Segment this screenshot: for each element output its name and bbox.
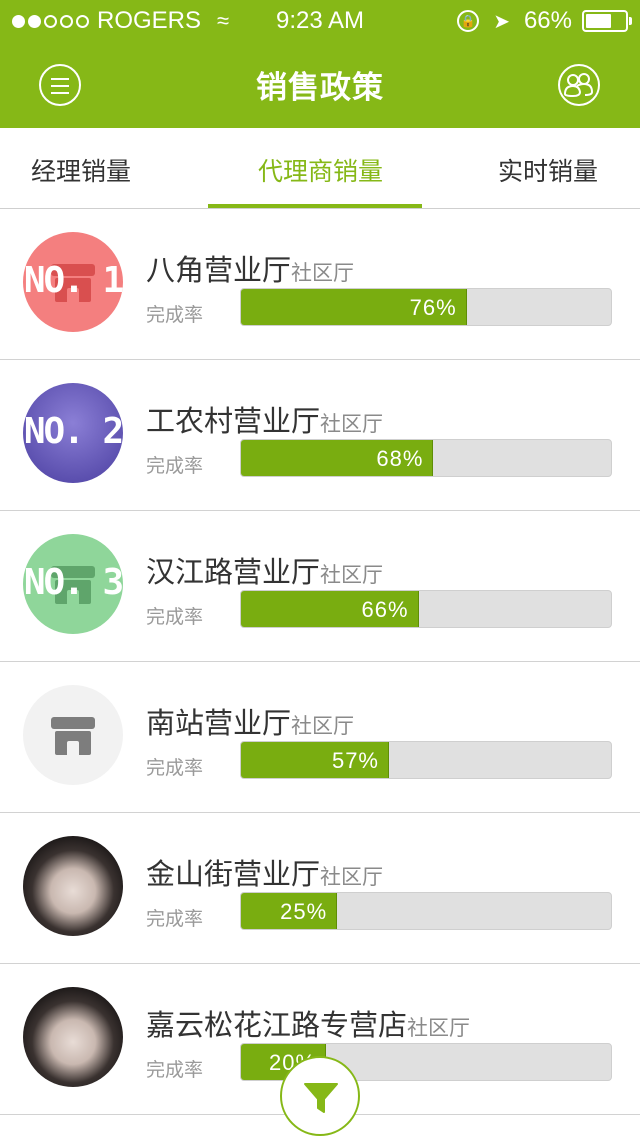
filter-button[interactable] xyxy=(280,1056,360,1136)
store-avatar xyxy=(23,685,123,785)
people-button[interactable] xyxy=(558,64,600,106)
progress-bar: 25% xyxy=(240,892,612,930)
store-name: 嘉云松花江路专营店社区厅 xyxy=(146,1002,470,1044)
battery-percent: 66% xyxy=(523,7,572,34)
store-type: 社区厅 xyxy=(407,1016,471,1040)
rotation-lock-icon: 🔒 xyxy=(457,10,480,32)
store-type: 社区厅 xyxy=(320,865,384,889)
completion-rate-label: 完成率 xyxy=(146,606,204,628)
store-name: 南站营业厅社区厅 xyxy=(146,700,354,742)
store-name-text: 汉江路营业厅 xyxy=(146,555,321,589)
people-icon xyxy=(563,73,594,98)
store-type: 社区厅 xyxy=(291,714,355,738)
tab-bar: 经理销量 代理商销量 实时销量 xyxy=(0,128,640,209)
store-avatar xyxy=(23,836,123,936)
progress-text: 57% xyxy=(331,748,379,773)
store-name-text: 八角营业厅 xyxy=(146,253,292,287)
rank-badge: NO. 1 xyxy=(23,260,123,301)
store-icon xyxy=(51,717,95,757)
list-item[interactable]: NO. 3 汉江路营业厅社区厅 完成率 66% xyxy=(0,511,640,662)
store-type: 社区厅 xyxy=(291,261,355,285)
tab-realtime-sales[interactable]: 实时销量 xyxy=(498,152,598,188)
app-header: ROGERS ≈ 9:23 AM 🔒 ➤ 66% 销售政策 xyxy=(0,0,640,128)
battery-icon xyxy=(582,10,632,32)
progress-bar: 57% xyxy=(240,741,612,779)
completion-rate-label: 完成率 xyxy=(146,1059,204,1081)
rank-badge: NO. 3 xyxy=(23,562,123,603)
progress-fill: 68% xyxy=(241,440,434,476)
store-avatar: NO. 2 xyxy=(23,383,123,483)
store-name-text: 南站营业厅 xyxy=(146,706,292,740)
store-avatar: NO. 3 xyxy=(23,534,123,634)
list-item[interactable]: NO. 2 工农村营业厅社区厅 完成率 68% xyxy=(0,360,640,511)
store-name: 工农村营业厅社区厅 xyxy=(146,398,383,440)
store-name-text: 金山街营业厅 xyxy=(146,857,321,891)
list-item[interactable]: NO. 1 八角营业厅社区厅 完成率 76% xyxy=(0,209,640,360)
progress-bar: 66% xyxy=(240,590,612,628)
list-item[interactable]: 南站营业厅社区厅 完成率 57% xyxy=(0,662,640,813)
completion-rate-label: 完成率 xyxy=(146,304,204,326)
progress-fill: 25% xyxy=(241,893,338,929)
rank-badge: NO. 2 xyxy=(23,411,123,452)
progress-text: 76% xyxy=(409,295,457,320)
page-title: 销售政策 xyxy=(256,70,384,106)
store-avatar xyxy=(23,987,123,1087)
tab-manager-sales[interactable]: 经理销量 xyxy=(31,152,131,188)
progress-fill: 57% xyxy=(241,742,389,778)
progress-fill: 76% xyxy=(241,289,467,325)
progress-text: 25% xyxy=(280,899,328,924)
battery-fill xyxy=(586,14,612,28)
progress-bar: 76% xyxy=(240,288,612,326)
tab-agent-sales[interactable]: 代理商销量 xyxy=(258,152,383,188)
store-name: 汉江路营业厅社区厅 xyxy=(146,549,383,591)
progress-fill: 66% xyxy=(241,591,419,627)
location-arrow-icon: ➤ xyxy=(493,10,510,33)
store-type: 社区厅 xyxy=(320,563,384,587)
progress-text: 66% xyxy=(361,597,409,622)
completion-rate-label: 完成率 xyxy=(146,757,204,779)
store-name: 金山街营业厅社区厅 xyxy=(146,851,383,893)
active-tab-indicator xyxy=(208,204,422,208)
status-right: 🔒 ➤ 66% xyxy=(457,7,632,35)
progress-bar: 68% xyxy=(240,439,612,477)
filter-icon xyxy=(304,1083,338,1113)
list-item[interactable]: 金山街营业厅社区厅 完成率 25% xyxy=(0,813,640,964)
progress-text: 68% xyxy=(376,446,424,471)
store-name-text: 嘉云松花江路专营店 xyxy=(146,1008,408,1042)
completion-rate-label: 完成率 xyxy=(146,455,204,477)
store-name-text: 工农村营业厅 xyxy=(146,404,321,438)
store-name: 八角营业厅社区厅 xyxy=(146,247,354,289)
status-bar: ROGERS ≈ 9:23 AM 🔒 ➤ 66% xyxy=(0,0,640,40)
store-type: 社区厅 xyxy=(320,412,384,436)
store-avatar: NO. 1 xyxy=(23,232,123,332)
completion-rate-label: 完成率 xyxy=(146,908,204,930)
